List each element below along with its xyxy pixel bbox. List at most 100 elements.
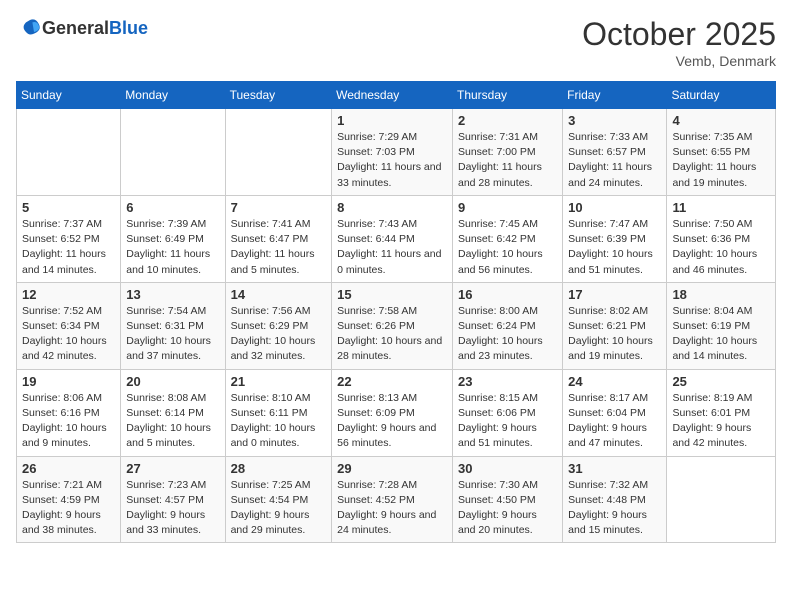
weekday-header-thursday: Thursday [452,82,562,109]
location: Vemb, Denmark [582,53,776,69]
calendar-cell: 2 Sunrise: 7:31 AM Sunset: 7:00 PM Daylig… [452,109,562,196]
calendar-cell: 12Sunrise: 7:52 AM Sunset: 6:34 PM Dayli… [17,282,121,369]
day-number: 30 [458,461,557,476]
logo-icon [18,16,42,40]
day-info: Sunrise: 8:15 AM Sunset: 6:06 PM Dayligh… [458,391,557,452]
day-info: Sunrise: 8:17 AM Sunset: 6:04 PM Dayligh… [568,391,661,452]
calendar-week-0: 1 Sunrise: 7:29 AM Sunset: 7:03 PM Daylig… [17,109,776,196]
day-info: Sunrise: 7:35 AM Sunset: 6:55 PM Dayligh… [672,130,770,191]
calendar-cell: 31 Sunrise: 7:32 AM Sunset: 4:48 PM Dayli… [563,456,667,543]
calendar-cell: 10 Sunrise: 7:47 AM Sunset: 6:39 PM Dayli… [563,195,667,282]
day-number: 17 [568,287,661,302]
calendar-week-3: 19 Sunrise: 8:06 AM Sunset: 6:16 PM Dayli… [17,369,776,456]
calendar-week-2: 12Sunrise: 7:52 AM Sunset: 6:34 PM Dayli… [17,282,776,369]
day-info: Sunrise: 8:00 AM Sunset: 6:24 PM Dayligh… [458,304,557,365]
calendar-cell: 25 Sunrise: 8:19 AM Sunset: 6:01 PM Dayli… [667,369,776,456]
calendar-table: SundayMondayTuesdayWednesdayThursdayFrid… [16,81,776,543]
day-number: 9 [458,200,557,215]
title-block: October 2025 Vemb, Denmark [582,16,776,69]
calendar-cell [121,109,225,196]
calendar-cell: 24 Sunrise: 8:17 AM Sunset: 6:04 PM Dayli… [563,369,667,456]
weekday-header-friday: Friday [563,82,667,109]
day-number: 18 [672,287,770,302]
calendar-cell: 13Sunrise: 7:54 AM Sunset: 6:31 PM Dayli… [121,282,225,369]
day-number: 26 [22,461,115,476]
calendar-cell: 20Sunrise: 8:08 AM Sunset: 6:14 PM Dayli… [121,369,225,456]
calendar-cell: 3 Sunrise: 7:33 AM Sunset: 6:57 PM Daylig… [563,109,667,196]
calendar-cell: 5 Sunrise: 7:37 AM Sunset: 6:52 PM Daylig… [17,195,121,282]
day-info: Sunrise: 7:45 AM Sunset: 6:42 PM Dayligh… [458,217,557,278]
logo-text-blue: Blue [109,18,148,38]
day-number: 31 [568,461,661,476]
day-number: 19 [22,374,115,389]
calendar-cell [17,109,121,196]
day-number: 29 [337,461,447,476]
day-number: 5 [22,200,115,215]
day-info: Sunrise: 7:52 AM Sunset: 6:34 PM Dayligh… [22,304,115,365]
day-info: Sunrise: 8:06 AM Sunset: 6:16 PM Dayligh… [22,391,115,452]
day-info: Sunrise: 7:25 AM Sunset: 4:54 PM Dayligh… [231,478,327,539]
day-info: Sunrise: 7:41 AM Sunset: 6:47 PM Dayligh… [231,217,327,278]
day-number: 15 [337,287,447,302]
day-number: 6 [126,200,219,215]
day-info: Sunrise: 7:47 AM Sunset: 6:39 PM Dayligh… [568,217,661,278]
day-number: 28 [231,461,327,476]
calendar-cell: 17Sunrise: 8:02 AM Sunset: 6:21 PM Dayli… [563,282,667,369]
calendar-cell [667,456,776,543]
calendar-cell: 19 Sunrise: 8:06 AM Sunset: 6:16 PM Dayli… [17,369,121,456]
day-number: 25 [672,374,770,389]
day-info: Sunrise: 8:19 AM Sunset: 6:01 PM Dayligh… [672,391,770,452]
calendar-cell: 16 Sunrise: 8:00 AM Sunset: 6:24 PM Dayli… [452,282,562,369]
day-info: Sunrise: 7:37 AM Sunset: 6:52 PM Dayligh… [22,217,115,278]
day-number: 24 [568,374,661,389]
calendar-cell: 18 Sunrise: 8:04 AM Sunset: 6:19 PM Dayli… [667,282,776,369]
calendar-cell: 29Sunrise: 7:28 AM Sunset: 4:52 PM Dayli… [332,456,453,543]
calendar-cell: 1 Sunrise: 7:29 AM Sunset: 7:03 PM Daylig… [332,109,453,196]
calendar-cell: 26 Sunrise: 7:21 AM Sunset: 4:59 PM Dayli… [17,456,121,543]
day-info: Sunrise: 7:23 AM Sunset: 4:57 PM Dayligh… [126,478,219,539]
logo: GeneralBlue [16,16,148,40]
weekday-header-tuesday: Tuesday [225,82,332,109]
weekday-row: SundayMondayTuesdayWednesdayThursdayFrid… [17,82,776,109]
weekday-header-monday: Monday [121,82,225,109]
day-info: Sunrise: 8:04 AM Sunset: 6:19 PM Dayligh… [672,304,770,365]
calendar-cell: 27 Sunrise: 7:23 AM Sunset: 4:57 PM Dayli… [121,456,225,543]
day-number: 10 [568,200,661,215]
day-number: 2 [458,113,557,128]
weekday-header-wednesday: Wednesday [332,82,453,109]
day-number: 3 [568,113,661,128]
calendar-header: SundayMondayTuesdayWednesdayThursdayFrid… [17,82,776,109]
day-number: 23 [458,374,557,389]
calendar-cell: 11Sunrise: 7:50 AM Sunset: 6:36 PM Dayli… [667,195,776,282]
day-info: Sunrise: 7:21 AM Sunset: 4:59 PM Dayligh… [22,478,115,539]
day-info: Sunrise: 7:29 AM Sunset: 7:03 PM Dayligh… [337,130,447,191]
calendar-cell: 28 Sunrise: 7:25 AM Sunset: 4:54 PM Dayli… [225,456,332,543]
calendar-cell: 21Sunrise: 8:10 AM Sunset: 6:11 PM Dayli… [225,369,332,456]
calendar-cell: 23 Sunrise: 8:15 AM Sunset: 6:06 PM Dayli… [452,369,562,456]
day-info: Sunrise: 7:33 AM Sunset: 6:57 PM Dayligh… [568,130,661,191]
logo-text-general: General [42,18,109,38]
calendar-cell [225,109,332,196]
day-info: Sunrise: 7:32 AM Sunset: 4:48 PM Dayligh… [568,478,661,539]
day-number: 1 [337,113,447,128]
day-info: Sunrise: 7:54 AM Sunset: 6:31 PM Dayligh… [126,304,219,365]
calendar-cell: 6 Sunrise: 7:39 AM Sunset: 6:49 PM Daylig… [121,195,225,282]
day-number: 14 [231,287,327,302]
day-info: Sunrise: 7:31 AM Sunset: 7:00 PM Dayligh… [458,130,557,191]
calendar-cell: 7 Sunrise: 7:41 AM Sunset: 6:47 PM Daylig… [225,195,332,282]
day-info: Sunrise: 7:30 AM Sunset: 4:50 PM Dayligh… [458,478,557,539]
day-number: 8 [337,200,447,215]
day-number: 22 [337,374,447,389]
day-number: 16 [458,287,557,302]
day-number: 4 [672,113,770,128]
day-info: Sunrise: 7:39 AM Sunset: 6:49 PM Dayligh… [126,217,219,278]
day-info: Sunrise: 8:10 AM Sunset: 6:11 PM Dayligh… [231,391,327,452]
calendar-week-4: 26 Sunrise: 7:21 AM Sunset: 4:59 PM Dayli… [17,456,776,543]
calendar-cell: 9 Sunrise: 7:45 AM Sunset: 6:42 PM Daylig… [452,195,562,282]
day-number: 20 [126,374,219,389]
calendar-cell: 22Sunrise: 8:13 AM Sunset: 6:09 PM Dayli… [332,369,453,456]
day-number: 11 [672,200,770,215]
day-number: 7 [231,200,327,215]
calendar-cell: 14Sunrise: 7:56 AM Sunset: 6:29 PM Dayli… [225,282,332,369]
day-number: 27 [126,461,219,476]
